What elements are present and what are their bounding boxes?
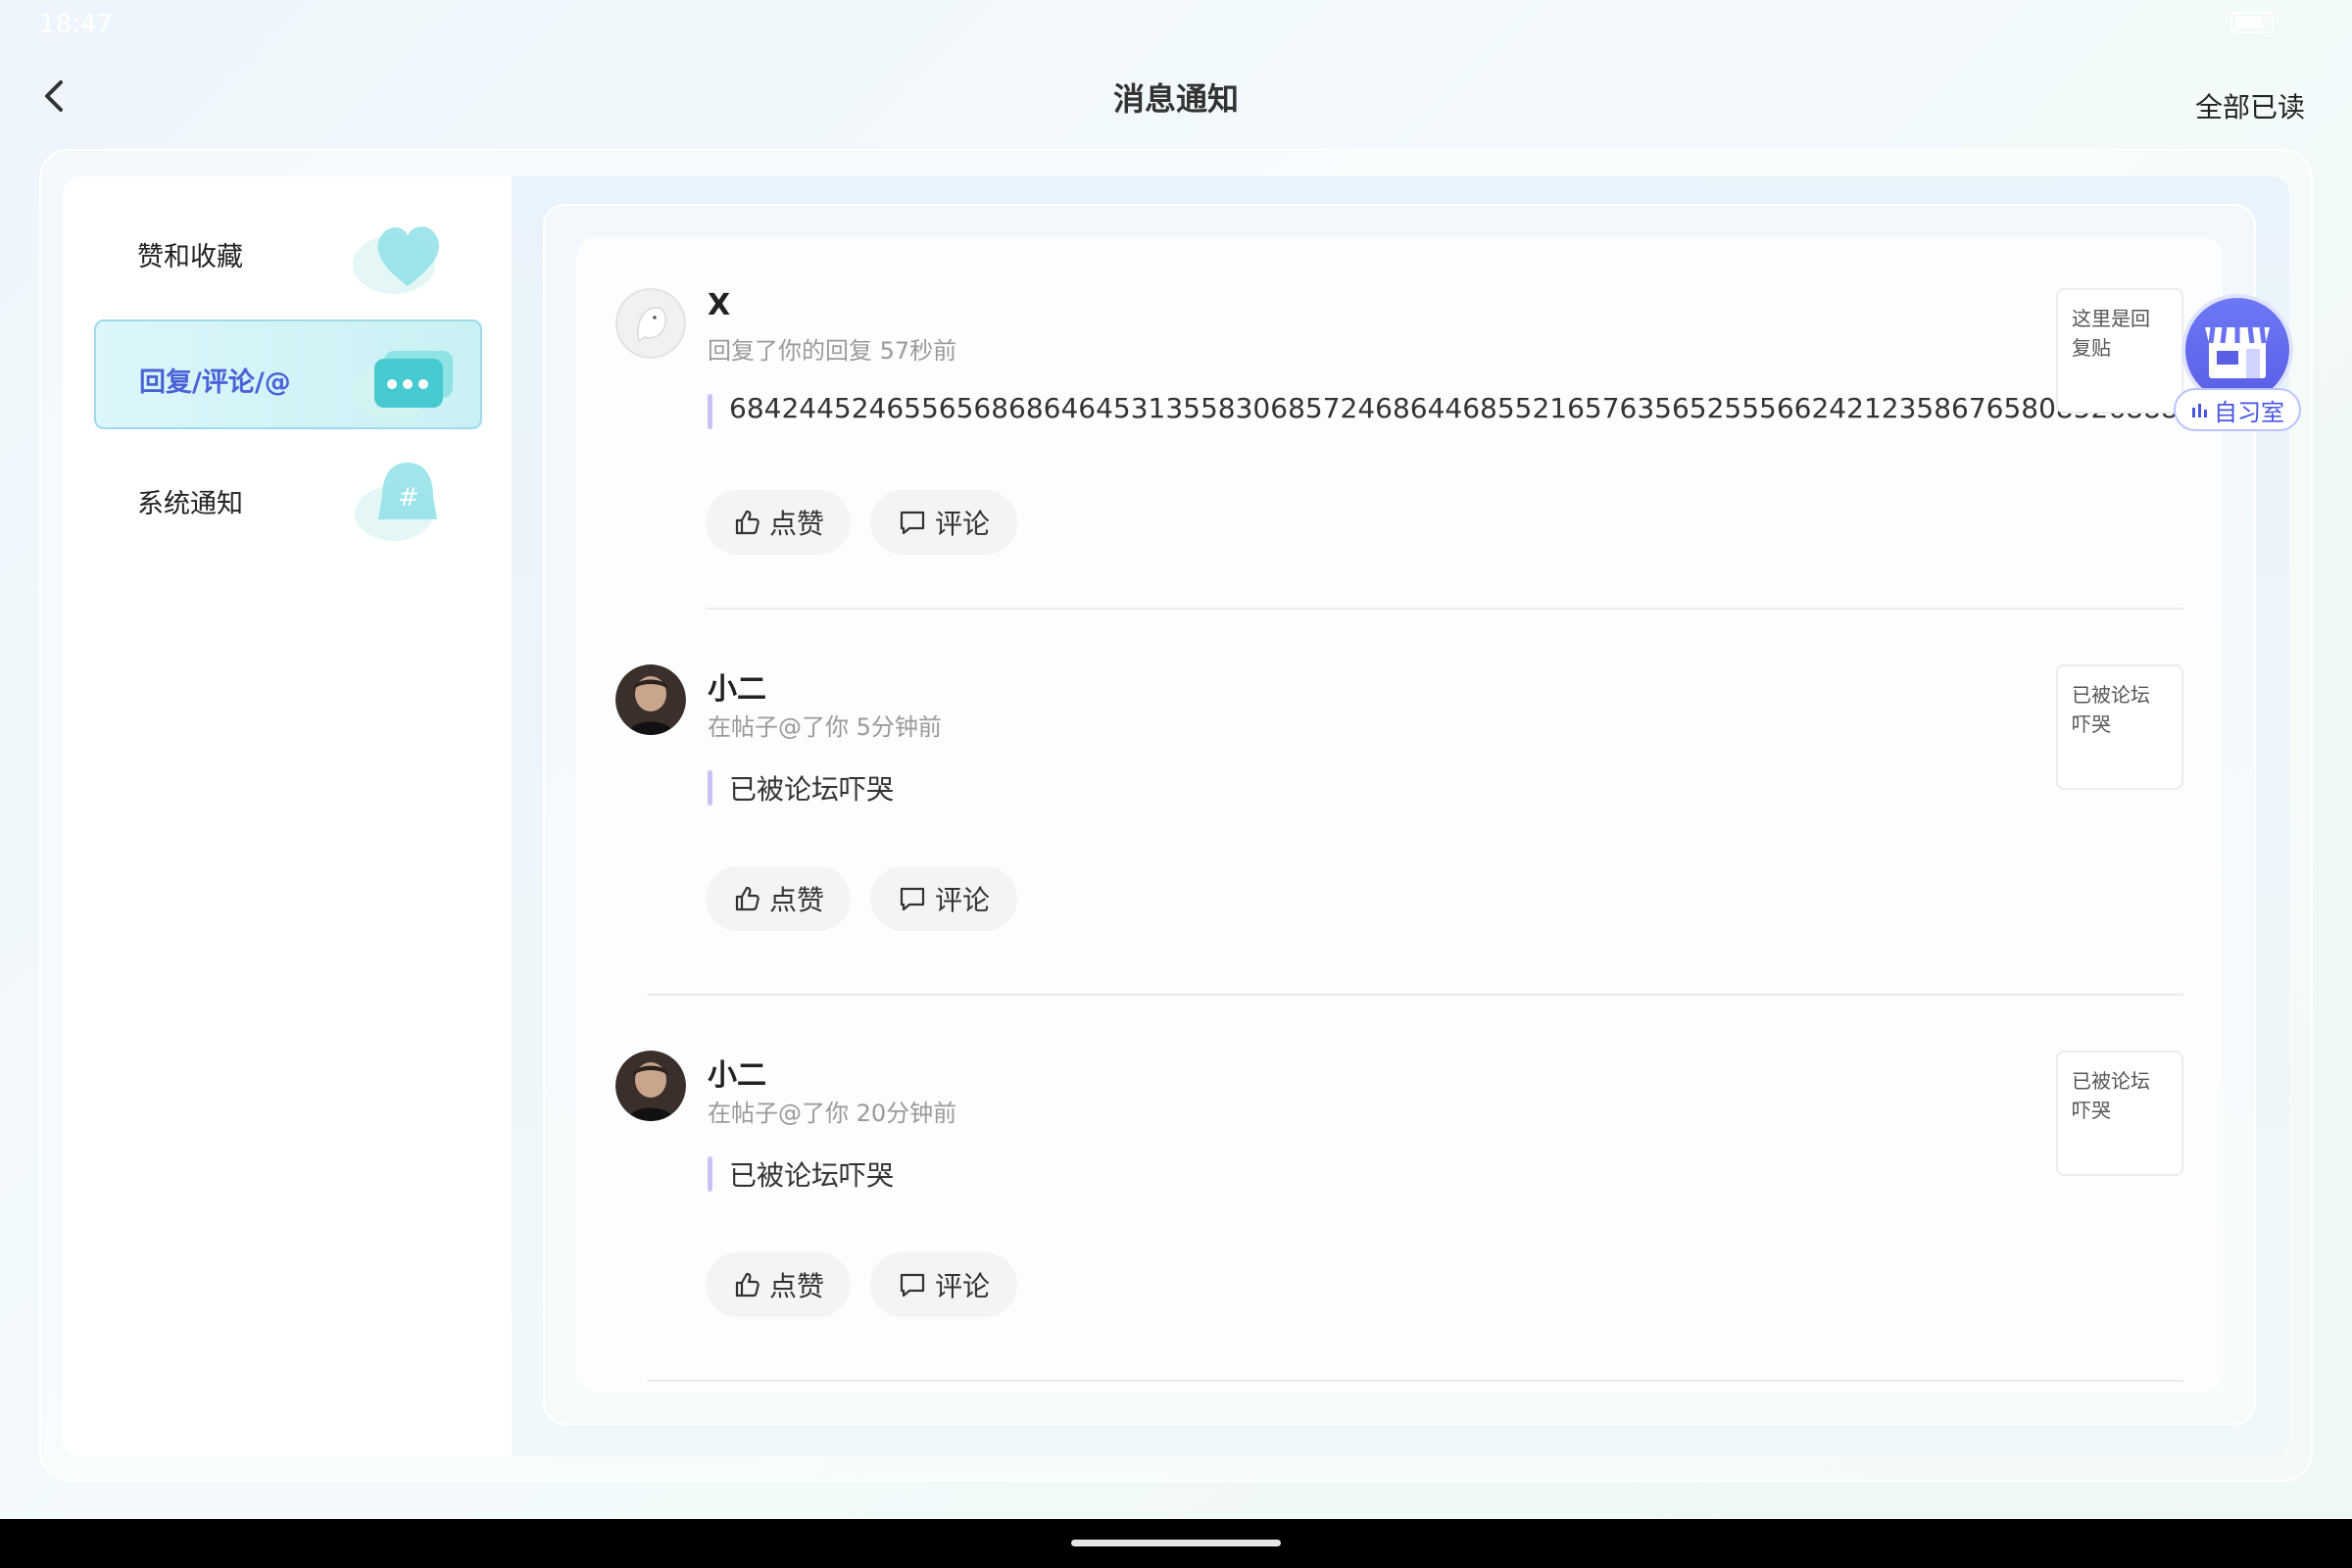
- reply-content[interactable]: 已被论坛吓哭: [708, 1154, 2178, 1194]
- like-label: 点赞: [768, 1270, 824, 1302]
- user-name[interactable]: X: [708, 288, 730, 322]
- comment-label: 评论: [934, 1270, 990, 1302]
- list-item[interactable]: X 回复了你的回复 57秒前 6842445246556568686464531…: [615, 288, 2183, 674]
- bar-chart-icon: [2192, 404, 2207, 417]
- study-room-float-button[interactable]: 自习室: [2170, 294, 2303, 437]
- notification-action: 在帖子@了你: [708, 1100, 849, 1127]
- like-button[interactable]: 点赞: [706, 1252, 851, 1317]
- avatar[interactable]: [615, 1051, 686, 1121]
- notification-action: 回复了你的回复: [708, 337, 872, 365]
- comment-button[interactable]: 评论: [870, 1252, 1017, 1317]
- list-item[interactable]: 小二 在帖子@了你 20分钟前 已被论坛吓哭 点赞 评论 已被论坛吓哭: [615, 1051, 2183, 1437]
- comment-button[interactable]: 评论: [870, 866, 1017, 931]
- svg-text:#: #: [398, 483, 419, 513]
- list-item[interactable]: 小二 在帖子@了你 5分钟前 已被论坛吓哭 点赞 评论 已被论坛吓哭: [615, 664, 2183, 1051]
- avatar[interactable]: [615, 664, 686, 735]
- reply-content[interactable]: 6842445246556568686464531355830685724686…: [708, 392, 2178, 431]
- notification-time: 57秒前: [879, 337, 957, 365]
- notification-meta: 在帖子@了你 20分钟前: [708, 1094, 956, 1128]
- divider: [706, 608, 2183, 610]
- like-label: 点赞: [768, 884, 824, 916]
- comment-icon: [900, 887, 925, 911]
- sidebar-item-label: 回复/评论/@: [139, 368, 291, 398]
- page-title: 消息通知: [1112, 80, 1239, 118]
- thumbs-up-icon: [735, 510, 760, 535]
- notification-time: 20分钟前: [856, 1100, 957, 1127]
- comment-icon: [900, 1273, 925, 1298]
- like-button[interactable]: 点赞: [706, 866, 851, 931]
- default-avatar-icon: [615, 288, 686, 359]
- like-button[interactable]: 点赞: [706, 490, 851, 555]
- notification-action: 在帖子@了你: [708, 713, 849, 741]
- status-time: 18:47: [39, 10, 113, 39]
- sidebar-item-likes[interactable]: 赞和收藏: [94, 196, 482, 306]
- comment-button[interactable]: 评论: [870, 490, 1017, 555]
- sidebar-item-replies[interactable]: 回复/评论/@: [94, 319, 482, 429]
- post-thumbnail[interactable]: 这里是回复贴: [2056, 288, 2183, 414]
- comment-label: 评论: [934, 884, 990, 916]
- post-thumbnail[interactable]: 已被论坛吓哭: [2056, 1051, 2183, 1176]
- comment-icon: [900, 511, 925, 535]
- notification-time: 5分钟前: [856, 713, 942, 741]
- sidebar-item-system[interactable]: 系统通知 #: [94, 443, 482, 553]
- user-photo-icon: [615, 1051, 686, 1121]
- notification-meta: 在帖子@了你 5分钟前: [708, 708, 942, 742]
- thumbs-up-icon: [735, 886, 760, 911]
- status-icons: [2166, 12, 2274, 33]
- user-name[interactable]: 小二: [708, 664, 766, 708]
- divider: [647, 1380, 2183, 1382]
- heart-icon: [353, 226, 440, 294]
- bell-icon: #: [355, 463, 437, 541]
- avatar[interactable]: [615, 288, 686, 359]
- thumbs-up-icon: [735, 1272, 760, 1298]
- battery-icon: [2230, 12, 2274, 33]
- chat-bubble-icon: [351, 351, 453, 419]
- sidebar-item-label: 赞和收藏: [137, 242, 243, 272]
- sidebar: 赞和收藏 回复/评论/@ 系统通知 #: [63, 176, 512, 1456]
- comment-label: 评论: [934, 508, 990, 540]
- user-photo-icon: [615, 664, 686, 735]
- notification-meta: 回复了你的回复 57秒前: [708, 331, 956, 366]
- divider: [647, 994, 2183, 996]
- user-name[interactable]: 小二: [708, 1051, 766, 1094]
- study-room-label: 自习室: [2174, 388, 2301, 431]
- post-thumbnail[interactable]: 已被论坛吓哭: [2056, 664, 2183, 790]
- like-label: 点赞: [768, 508, 824, 540]
- mark-all-read-button[interactable]: 全部已读: [2195, 86, 2305, 125]
- study-room-text: 自习室: [2214, 398, 2284, 426]
- reply-content[interactable]: 已被论坛吓哭: [708, 768, 2178, 808]
- sidebar-item-label: 系统通知: [137, 489, 243, 519]
- storefront-icon: [2205, 326, 2270, 378]
- home-gesture-handle[interactable]: [1071, 1540, 1281, 1546]
